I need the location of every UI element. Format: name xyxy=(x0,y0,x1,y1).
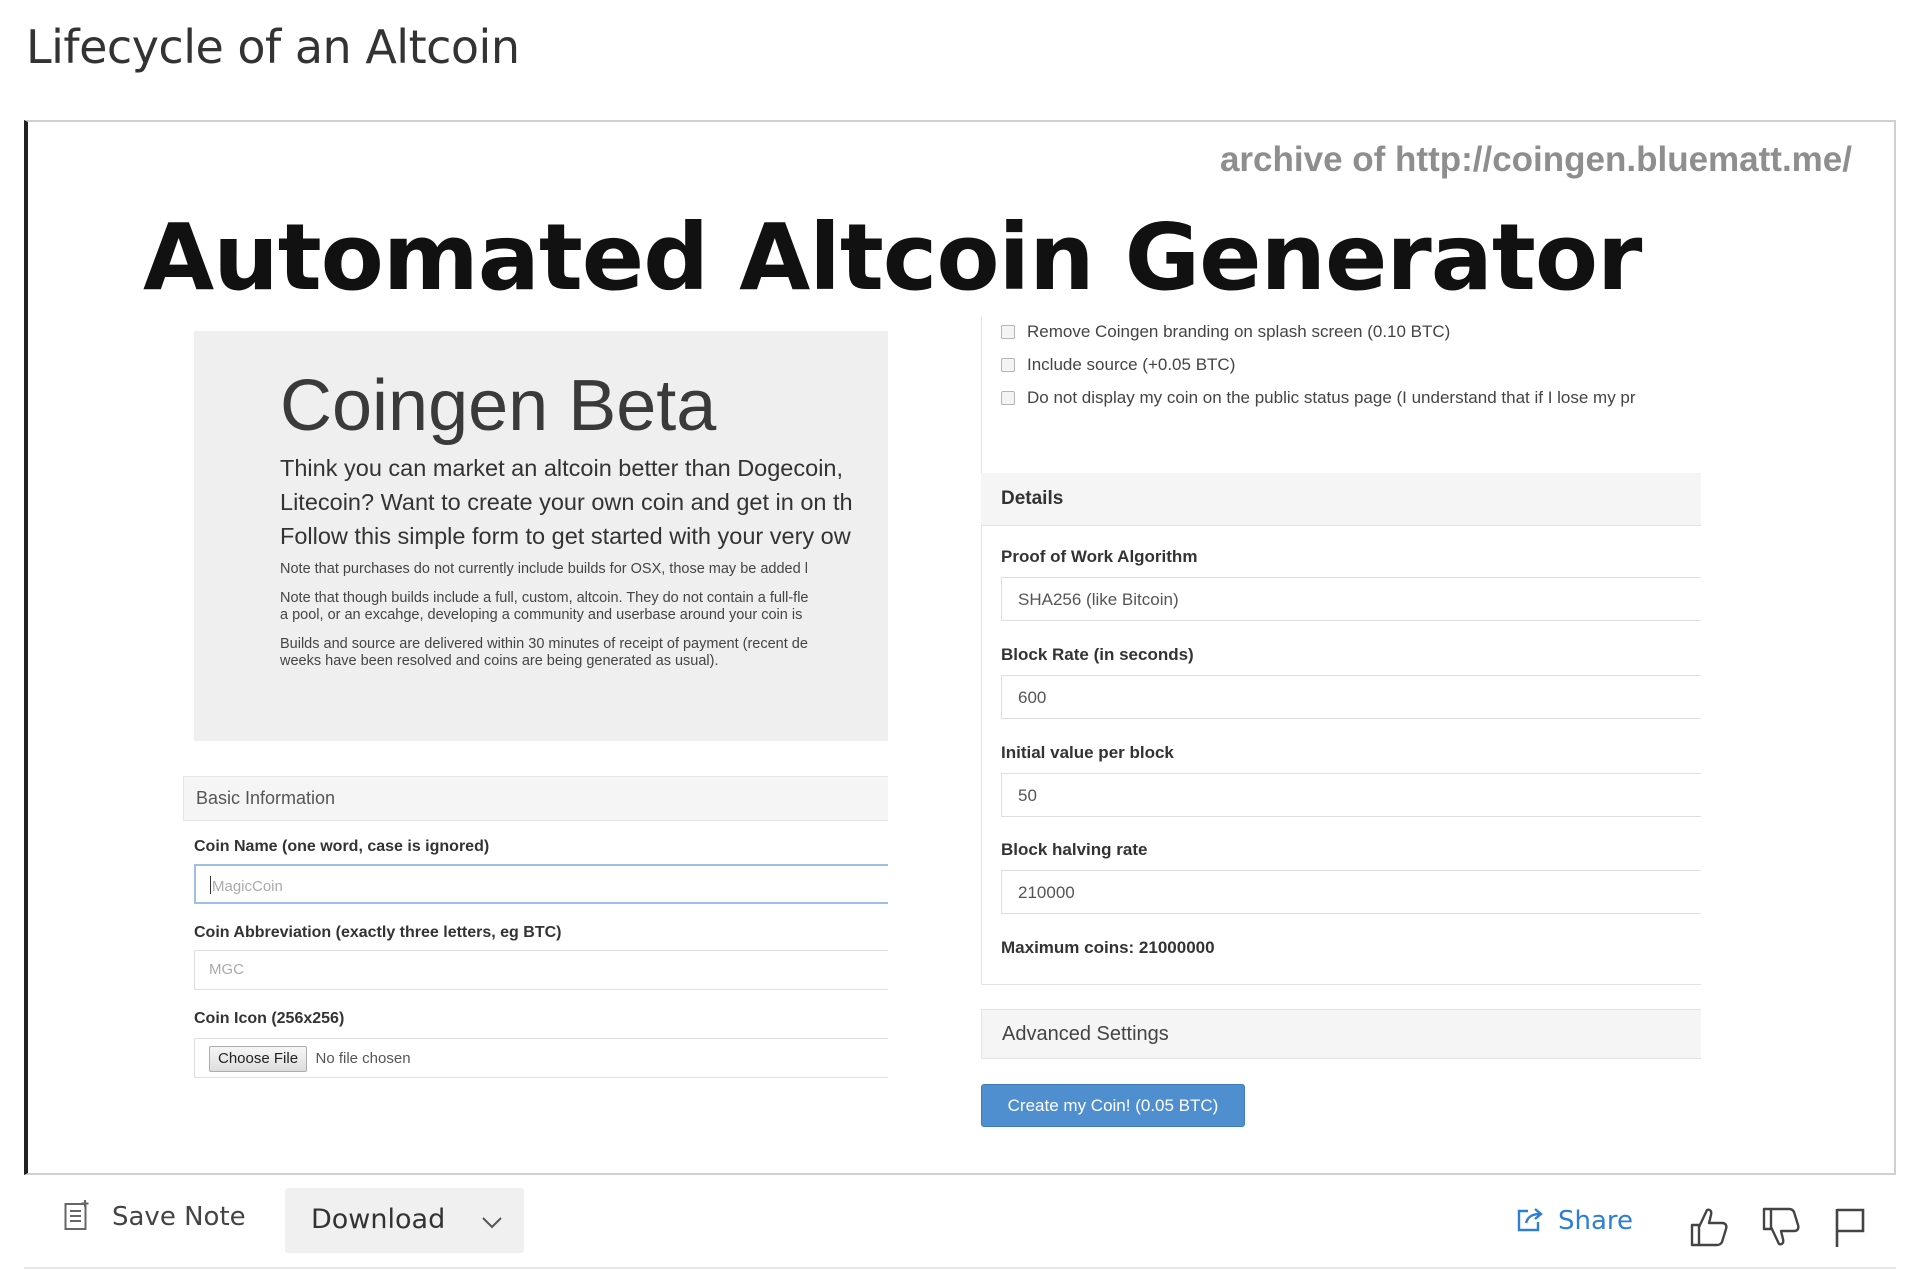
download-label: Download xyxy=(311,1204,446,1235)
thumbs-down-icon[interactable] xyxy=(1760,1205,1802,1249)
share-label: Share xyxy=(1558,1206,1634,1236)
builds-note: Note that though builds include a full, … xyxy=(280,590,888,624)
halving-value: 210000 xyxy=(1018,883,1075,902)
note-line: Note that though builds include a full, … xyxy=(280,590,809,606)
coingen-jumbotron: Coingen Beta Think you can market an alt… xyxy=(194,331,888,741)
option-label: Include source (+0.05 BTC) xyxy=(1027,355,1236,374)
note-line: weeks have been resolved and coins are b… xyxy=(280,653,719,669)
coin-name-input[interactable]: MagicCoin xyxy=(194,864,888,904)
details-heading: Details xyxy=(981,473,1701,526)
block-rate-value: 600 xyxy=(1018,688,1047,707)
pow-label: Proof of Work Algorithm xyxy=(1001,547,1198,566)
share-icon xyxy=(1517,1208,1543,1232)
coingen-lead: Think you can market an altcoin better t… xyxy=(280,451,888,553)
create-coin-button[interactable]: Create my Coin! (0.05 BTC) xyxy=(981,1084,1245,1127)
purchase-note: Note that purchases do not currently inc… xyxy=(280,561,888,578)
video-player[interactable]: archive of http://coingen.bluematt.me/ A… xyxy=(24,120,1896,1175)
options-list: Remove Coingen branding on splash screen… xyxy=(981,322,1701,412)
halving-label: Block halving rate xyxy=(1001,840,1148,859)
option-hide-status[interactable]: Do not display my coin on the public sta… xyxy=(1001,388,1636,408)
abbrev-label: Coin Abbreviation (exactly three letters… xyxy=(194,924,562,941)
halving-input[interactable]: 210000 xyxy=(1001,870,1701,914)
chevron-down-icon xyxy=(482,1217,502,1229)
page-title: Lifecycle of an Altcoin xyxy=(26,20,520,74)
note-icon xyxy=(64,1200,89,1230)
block-rate-label: Block Rate (in seconds) xyxy=(1001,645,1194,664)
share-button[interactable]: Share xyxy=(1516,1206,1633,1236)
note-line: Builds and source are delivered within 3… xyxy=(280,636,808,652)
checkbox[interactable] xyxy=(1001,358,1015,372)
option-remove-branding[interactable]: Remove Coingen branding on splash screen… xyxy=(1001,322,1450,342)
initial-value-label: Initial value per block xyxy=(1001,743,1174,762)
note-line: a pool, or an excahge, developing a comm… xyxy=(280,607,803,623)
archive-note: archive of http://coingen.bluematt.me/ xyxy=(1219,140,1852,179)
lead-line: Litecoin? Want to create your own coin a… xyxy=(280,489,853,515)
coin-name-label: Coin Name (one word, case is ignored) xyxy=(194,838,490,855)
basic-info-heading: Basic Information xyxy=(183,776,888,821)
pow-value: SHA256 (like Bitcoin) xyxy=(1018,590,1179,609)
checkbox[interactable] xyxy=(1001,391,1015,405)
no-file-text: No file chosen xyxy=(315,1050,411,1067)
checkbox[interactable] xyxy=(1001,325,1015,339)
option-include-source[interactable]: Include source (+0.05 BTC) xyxy=(1001,355,1235,375)
advanced-settings-toggle[interactable]: Advanced Settings xyxy=(981,1009,1701,1059)
initial-value-input[interactable]: 50 xyxy=(1001,773,1701,817)
save-note-label: Save Note xyxy=(112,1202,246,1232)
option-label: Do not display my coin on the public sta… xyxy=(1027,388,1636,407)
lead-line: Follow this simple form to get started w… xyxy=(280,523,851,549)
abbrev-placeholder: MGC xyxy=(209,961,244,978)
max-coins: Maximum coins: 21000000 xyxy=(1001,938,1215,957)
pow-select[interactable]: SHA256 (like Bitcoin) xyxy=(1001,577,1701,621)
delivery-note: Builds and source are delivered within 3… xyxy=(280,636,888,670)
lead-line: Think you can market an altcoin better t… xyxy=(280,455,844,481)
abbrev-input[interactable]: MGC xyxy=(194,950,888,990)
note-line: Note that purchases do not currently inc… xyxy=(280,561,808,577)
initial-value-value: 50 xyxy=(1018,786,1037,805)
video-toolbar: Save Note Download Share xyxy=(24,1183,1896,1269)
coin-name-placeholder: MagicCoin xyxy=(212,878,283,895)
coin-icon-label: Coin Icon (256x256) xyxy=(194,1010,345,1027)
flag-icon[interactable] xyxy=(1829,1205,1871,1249)
text-caret xyxy=(210,876,211,894)
save-note-button[interactable]: Save Note xyxy=(64,1199,246,1232)
coingen-title: Coingen Beta xyxy=(280,366,717,446)
slide-title: Automated Altcoin Generator xyxy=(143,204,1642,311)
option-label: Remove Coingen branding on splash screen… xyxy=(1027,322,1451,341)
thumbs-up-icon[interactable] xyxy=(1688,1205,1730,1249)
download-button[interactable]: Download xyxy=(285,1188,524,1253)
choose-file-button[interactable]: Choose File xyxy=(209,1046,308,1072)
block-rate-input[interactable]: 600 xyxy=(1001,675,1701,719)
coin-icon-file-input[interactable]: Choose File No file chosen xyxy=(194,1038,888,1078)
